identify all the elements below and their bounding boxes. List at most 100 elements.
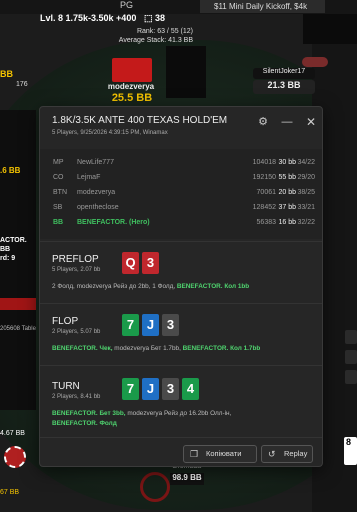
street-turn: TURN 2 Players, 8.41 bb 7J34 BENEFACTOR.… bbox=[40, 365, 322, 437]
playing-card: 3 bbox=[162, 378, 179, 400]
street-actions: 2 Фолд, modezverya Рейз до 2bb, 1 Фолд, … bbox=[52, 282, 314, 292]
bottom-player-avatar bbox=[140, 472, 170, 502]
hero-action: BENEFACTOR. Кол 1.7bb bbox=[182, 345, 261, 352]
left-action-bar bbox=[0, 298, 36, 310]
player-row: SB opentheclose 128452 37 bb 33/21 bbox=[40, 201, 322, 215]
player-vpip-pfr: 34/22 bbox=[297, 159, 315, 166]
right-player-name[interactable]: SilentJoker17 bbox=[253, 68, 315, 79]
playing-card: J bbox=[142, 378, 159, 400]
player-chip-icon bbox=[302, 57, 328, 67]
hand-title: 1.8K/3.5K ANTE 400 TEXAS HOLD'EM bbox=[52, 115, 228, 126]
player-position: CO bbox=[53, 174, 64, 181]
gear-icon[interactable]: ⚙ bbox=[256, 115, 270, 129]
minimize-icon[interactable]: — bbox=[280, 115, 294, 129]
hero-action: BENEFACTOR. Бет 3bb, bbox=[52, 410, 126, 417]
player-name[interactable]: NewLife777 bbox=[77, 159, 114, 166]
pg-label: PG bbox=[120, 0, 134, 10]
hud-counter: ⬚ 38 bbox=[144, 13, 166, 23]
playing-card: 7 bbox=[122, 378, 139, 400]
player-vpip-pfr: 32/22 bbox=[297, 219, 315, 226]
hand-history-window: 1.8K/3.5K ANTE 400 TEXAS HOLD'EM 5 Playe… bbox=[39, 106, 323, 467]
left-player-count: 176 bbox=[16, 81, 28, 88]
avg-stack-text: Average Stack: 41.3 BB bbox=[118, 37, 193, 44]
action-text: 2 Фолд, modezverya Рейз до 2bb, 1 Фолд, bbox=[52, 283, 177, 290]
board-cards: 7J3 bbox=[122, 314, 179, 336]
tournament-tab-label: $11 Mini Daily Kickoff, $4k bbox=[214, 2, 308, 11]
playing-card: Q bbox=[122, 252, 139, 274]
street-name: TURN bbox=[52, 381, 80, 392]
player-position: BTN bbox=[53, 189, 67, 196]
action-text: modezverya Бет 1.7bb, bbox=[112, 345, 183, 352]
copy-button[interactable]: ❐ Копіювати bbox=[183, 445, 257, 463]
left-table-label: 205608 Table bbox=[0, 326, 36, 332]
street-actions: BENEFACTOR. Бет 3bb, modezverya Рейз до … bbox=[52, 409, 314, 429]
street-actions: BENEFACTOR. Чек, modezverya Бет 1.7bb, B… bbox=[52, 344, 314, 354]
player-vpip-pfr: 29/20 bbox=[297, 174, 315, 181]
hero-action: BENEFACTOR. Чек, bbox=[52, 345, 113, 352]
hand-subtitle: 5 Players, 9/25/2026 4:39:15 PM, Winamax bbox=[52, 130, 168, 136]
playing-card: 4 bbox=[182, 378, 199, 400]
left-bb-text: BB bbox=[0, 246, 11, 253]
rank-info: Rank: 63 / 55 (12) Average Stack: 41.3 B… bbox=[118, 27, 193, 45]
player-vpip-pfr: 38/25 bbox=[297, 189, 315, 196]
left-actor-text: ACTOR. bbox=[0, 237, 27, 244]
action-text: modezverya Рейз до 16.2bb Олл-ін, bbox=[125, 410, 232, 417]
player-name[interactable]: modezverya bbox=[77, 189, 115, 196]
hud-level: Lvl. 8 1.75k-3.50k +400 bbox=[40, 13, 137, 23]
hud-stats-grid bbox=[166, 46, 206, 98]
dealer-chip-icon bbox=[4, 446, 26, 468]
left-rd-text: rd: 9 bbox=[0, 255, 16, 262]
browser-tab[interactable]: $11 Mini Daily Kickoff, $4k bbox=[200, 0, 325, 13]
close-icon[interactable]: ✕ bbox=[304, 115, 318, 129]
left-player-label: ACTOR. BB rd: 9 bbox=[0, 236, 36, 263]
player-name[interactable]: opentheclose bbox=[77, 204, 119, 211]
street-preflop: PREFLOP 5 Players, 2.07 bb Q3 2 Фолд, mo… bbox=[40, 241, 322, 303]
hero-action: BENEFACTOR. Фолд bbox=[52, 420, 117, 427]
player-name[interactable]: LejmaF bbox=[77, 174, 100, 181]
side-button[interactable] bbox=[345, 330, 357, 344]
player-row-hero: BB BENEFACTOR. (Hero) 56383 16 bb 32/22 bbox=[40, 216, 322, 230]
hero-action: BENEFACTOR. Кол 1bb bbox=[176, 283, 250, 290]
player-position: MP bbox=[53, 159, 64, 166]
player-row: BTN modezverya 70061 20 bb 38/25 bbox=[40, 186, 322, 200]
player-position: BB bbox=[53, 219, 64, 226]
street-name: FLOP bbox=[52, 316, 79, 327]
street-name: PREFLOP bbox=[52, 254, 99, 265]
street-summary: 2 Players, 8.41 bb bbox=[52, 394, 101, 400]
window-footer: ❐ Копіювати ↺ Replay bbox=[40, 437, 322, 467]
window-header: 1.8K/3.5K ANTE 400 TEXAS HOLD'EM 5 Playe… bbox=[40, 107, 322, 143]
left-player-bb: BB bbox=[0, 69, 13, 79]
bottom-player-stack: 98.9 BB bbox=[170, 473, 204, 485]
player-position: SB bbox=[53, 204, 63, 211]
playing-card: 3 bbox=[142, 252, 159, 274]
player-name[interactable]: BENEFACTOR. (Hero) bbox=[77, 219, 150, 226]
right-player-stack: 21.3 BB bbox=[253, 80, 315, 94]
top-player-stack: 25.5 BB bbox=[111, 92, 153, 104]
replay-button[interactable]: ↺ Replay bbox=[261, 445, 313, 463]
left-player-stack: .6 BB bbox=[0, 166, 21, 175]
street-summary: 2 Players, 5.07 bb bbox=[52, 329, 101, 335]
copy-button-label: Копіювати bbox=[206, 449, 242, 458]
player-row: MP NewLife777 104018 30 bb 34/22 bbox=[40, 156, 322, 170]
street-summary: 5 Players, 2.07 bb bbox=[52, 267, 101, 273]
side-button[interactable] bbox=[345, 370, 357, 384]
replay-button-label: Replay bbox=[284, 449, 308, 458]
players-table: MP NewLife777 104018 30 bb 34/22 CO Lejm… bbox=[40, 149, 322, 239]
player-avatar-top bbox=[112, 58, 152, 82]
playing-card: 7 bbox=[122, 314, 139, 336]
player-vpip-pfr: 33/21 bbox=[297, 204, 315, 211]
rank-text: Rank: 63 / 55 (12) bbox=[136, 28, 193, 35]
copy-icon: ❐ bbox=[190, 449, 199, 459]
playing-card: J bbox=[142, 314, 159, 336]
left-stack-467: 4.67 BB bbox=[0, 430, 25, 437]
hole-cards: Q3 bbox=[122, 252, 159, 274]
side-button[interactable] bbox=[345, 350, 357, 364]
left-stack-67: 67 BB bbox=[0, 489, 20, 496]
street-flop: FLOP 2 Players, 5.07 bb 7J3 BENEFACTOR. … bbox=[40, 303, 322, 365]
player-row: CO LejmaF 192150 55 bb 29/20 bbox=[40, 171, 322, 185]
hud-stats-grid-right bbox=[303, 14, 357, 44]
playing-card: 3 bbox=[162, 314, 179, 336]
replay-icon: ↺ bbox=[268, 449, 276, 459]
board-cards: 7J34 bbox=[122, 378, 199, 400]
right-player-card: 8 bbox=[344, 437, 357, 465]
